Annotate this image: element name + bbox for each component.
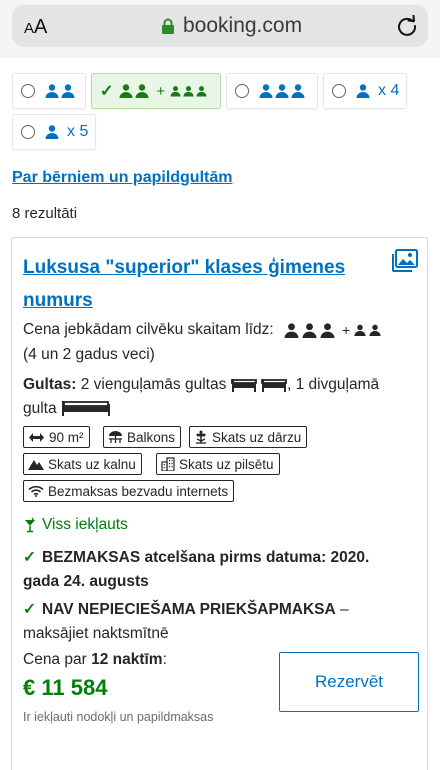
text-size-button[interactable]: AA <box>24 16 47 39</box>
mountain-icon <box>28 460 44 470</box>
beds-text-3: gulta <box>23 400 57 417</box>
browser-chrome: AA booking.com <box>0 0 440 58</box>
radio-button[interactable] <box>21 84 35 98</box>
facility-mountain-view: Skats uz kalnu <box>23 453 142 475</box>
price-value: € 11 584 <box>23 675 108 700</box>
children-icon <box>170 85 209 97</box>
beds-text-2: , 1 divguļamā <box>286 376 380 393</box>
children-ages: (4 un 2 gadus veci) <box>23 346 155 363</box>
no-prepayment-row-2: maksājiet naktsmītnē <box>23 625 169 642</box>
area-icon <box>29 432 44 442</box>
beds-text: 2 vienguļamās gultas <box>76 376 231 393</box>
occupancy-option-2-adults-3-children[interactable]: ✓ + <box>91 73 221 109</box>
double-bed-icon <box>61 401 110 417</box>
photo-gallery-icon[interactable] <box>392 249 418 272</box>
city-icon <box>161 457 175 471</box>
no-prepayment-row: ✓ NAV NEPIECIEŠAMA PRIEKŠAPMAKSA – <box>23 601 349 618</box>
url-display[interactable]: booking.com <box>161 14 302 38</box>
radio-button[interactable] <box>332 84 346 98</box>
balcony-icon <box>109 431 122 443</box>
occupancy-count: x 4 <box>378 82 400 99</box>
radio-button[interactable] <box>235 84 249 98</box>
radio-button[interactable] <box>21 125 35 139</box>
results-count: 8 rezultāti <box>12 205 78 222</box>
beds-label: Gultas: <box>23 376 77 393</box>
taxes-note: Ir iekļauti nodokļi un papildmaksas <box>23 710 214 724</box>
occupancy-count: x 5 <box>67 123 89 140</box>
person-icon <box>45 125 59 139</box>
max-occupancy-label: Cena jebkādam cilvēku skaitam līdz: <box>23 321 274 339</box>
free-cancellation-row: ✓ BEZMAKSAS atcelšana pirms datuma: 2020. <box>23 549 370 566</box>
wifi-icon <box>28 485 44 497</box>
checkmark-icon: ✓ <box>23 549 36 566</box>
max-occupancy-icons: + <box>284 318 381 342</box>
checkmark-icon: ✓ <box>100 83 114 100</box>
facility-balcony: Balkons <box>103 426 182 448</box>
price-label: Cena par 12 naktīm: <box>23 651 167 668</box>
free-cancellation-row-2: gada 24. augusts <box>23 573 149 590</box>
all-inclusive-row: Viss iekļauts <box>23 516 128 534</box>
cocktail-icon <box>25 517 35 533</box>
single-bed-icon <box>230 378 257 392</box>
max-occupancy-row: Cena jebkādam cilvēku skaitam līdz: + <box>23 318 423 342</box>
beds-row-2: gulta <box>23 397 111 421</box>
occupancy-option-2-adults[interactable] <box>12 73 86 109</box>
lock-icon <box>162 18 174 34</box>
person-icon <box>356 84 370 98</box>
checkmark-icon: ✓ <box>23 601 36 618</box>
room-title-link[interactable]: Luksusa "superior" klases ģimenes numurs <box>23 251 363 317</box>
facility-garden-view: Skats uz dārzu <box>189 426 308 448</box>
adults-icon <box>119 84 151 98</box>
single-bed-icon <box>261 378 287 392</box>
facility-area: 90 m² <box>23 426 90 448</box>
occupancy-option-5-adults[interactable]: x 5 <box>12 114 96 150</box>
occupancy-option-3-adults[interactable] <box>226 73 318 109</box>
beds-row: Gultas: 2 vienguļamās gultas , 1 divguļa… <box>23 373 423 397</box>
garden-icon <box>196 430 206 444</box>
facility-city-view: Skats uz pilsētu <box>156 453 280 475</box>
address-bar[interactable]: AA booking.com <box>12 5 428 47</box>
domain-text: booking.com <box>183 14 303 37</box>
plus-sign: + <box>156 82 166 100</box>
adults-icon <box>259 84 307 98</box>
reload-icon[interactable] <box>396 15 418 37</box>
occupancy-option-4-adults[interactable]: x 4 <box>323 73 407 109</box>
page-content: ✓ + x 4 x 5 Par bērniem un papildgultām … <box>0 58 440 770</box>
adults-icon <box>45 84 77 98</box>
facility-wifi: Bezmaksas bezvadu internets <box>23 480 235 502</box>
room-card: Luksusa "superior" klases ģimenes numurs… <box>11 237 428 770</box>
children-extra-beds-link[interactable]: Par bērniem un papildgultām <box>12 169 232 187</box>
reserve-button[interactable]: Rezervēt <box>279 652 419 712</box>
